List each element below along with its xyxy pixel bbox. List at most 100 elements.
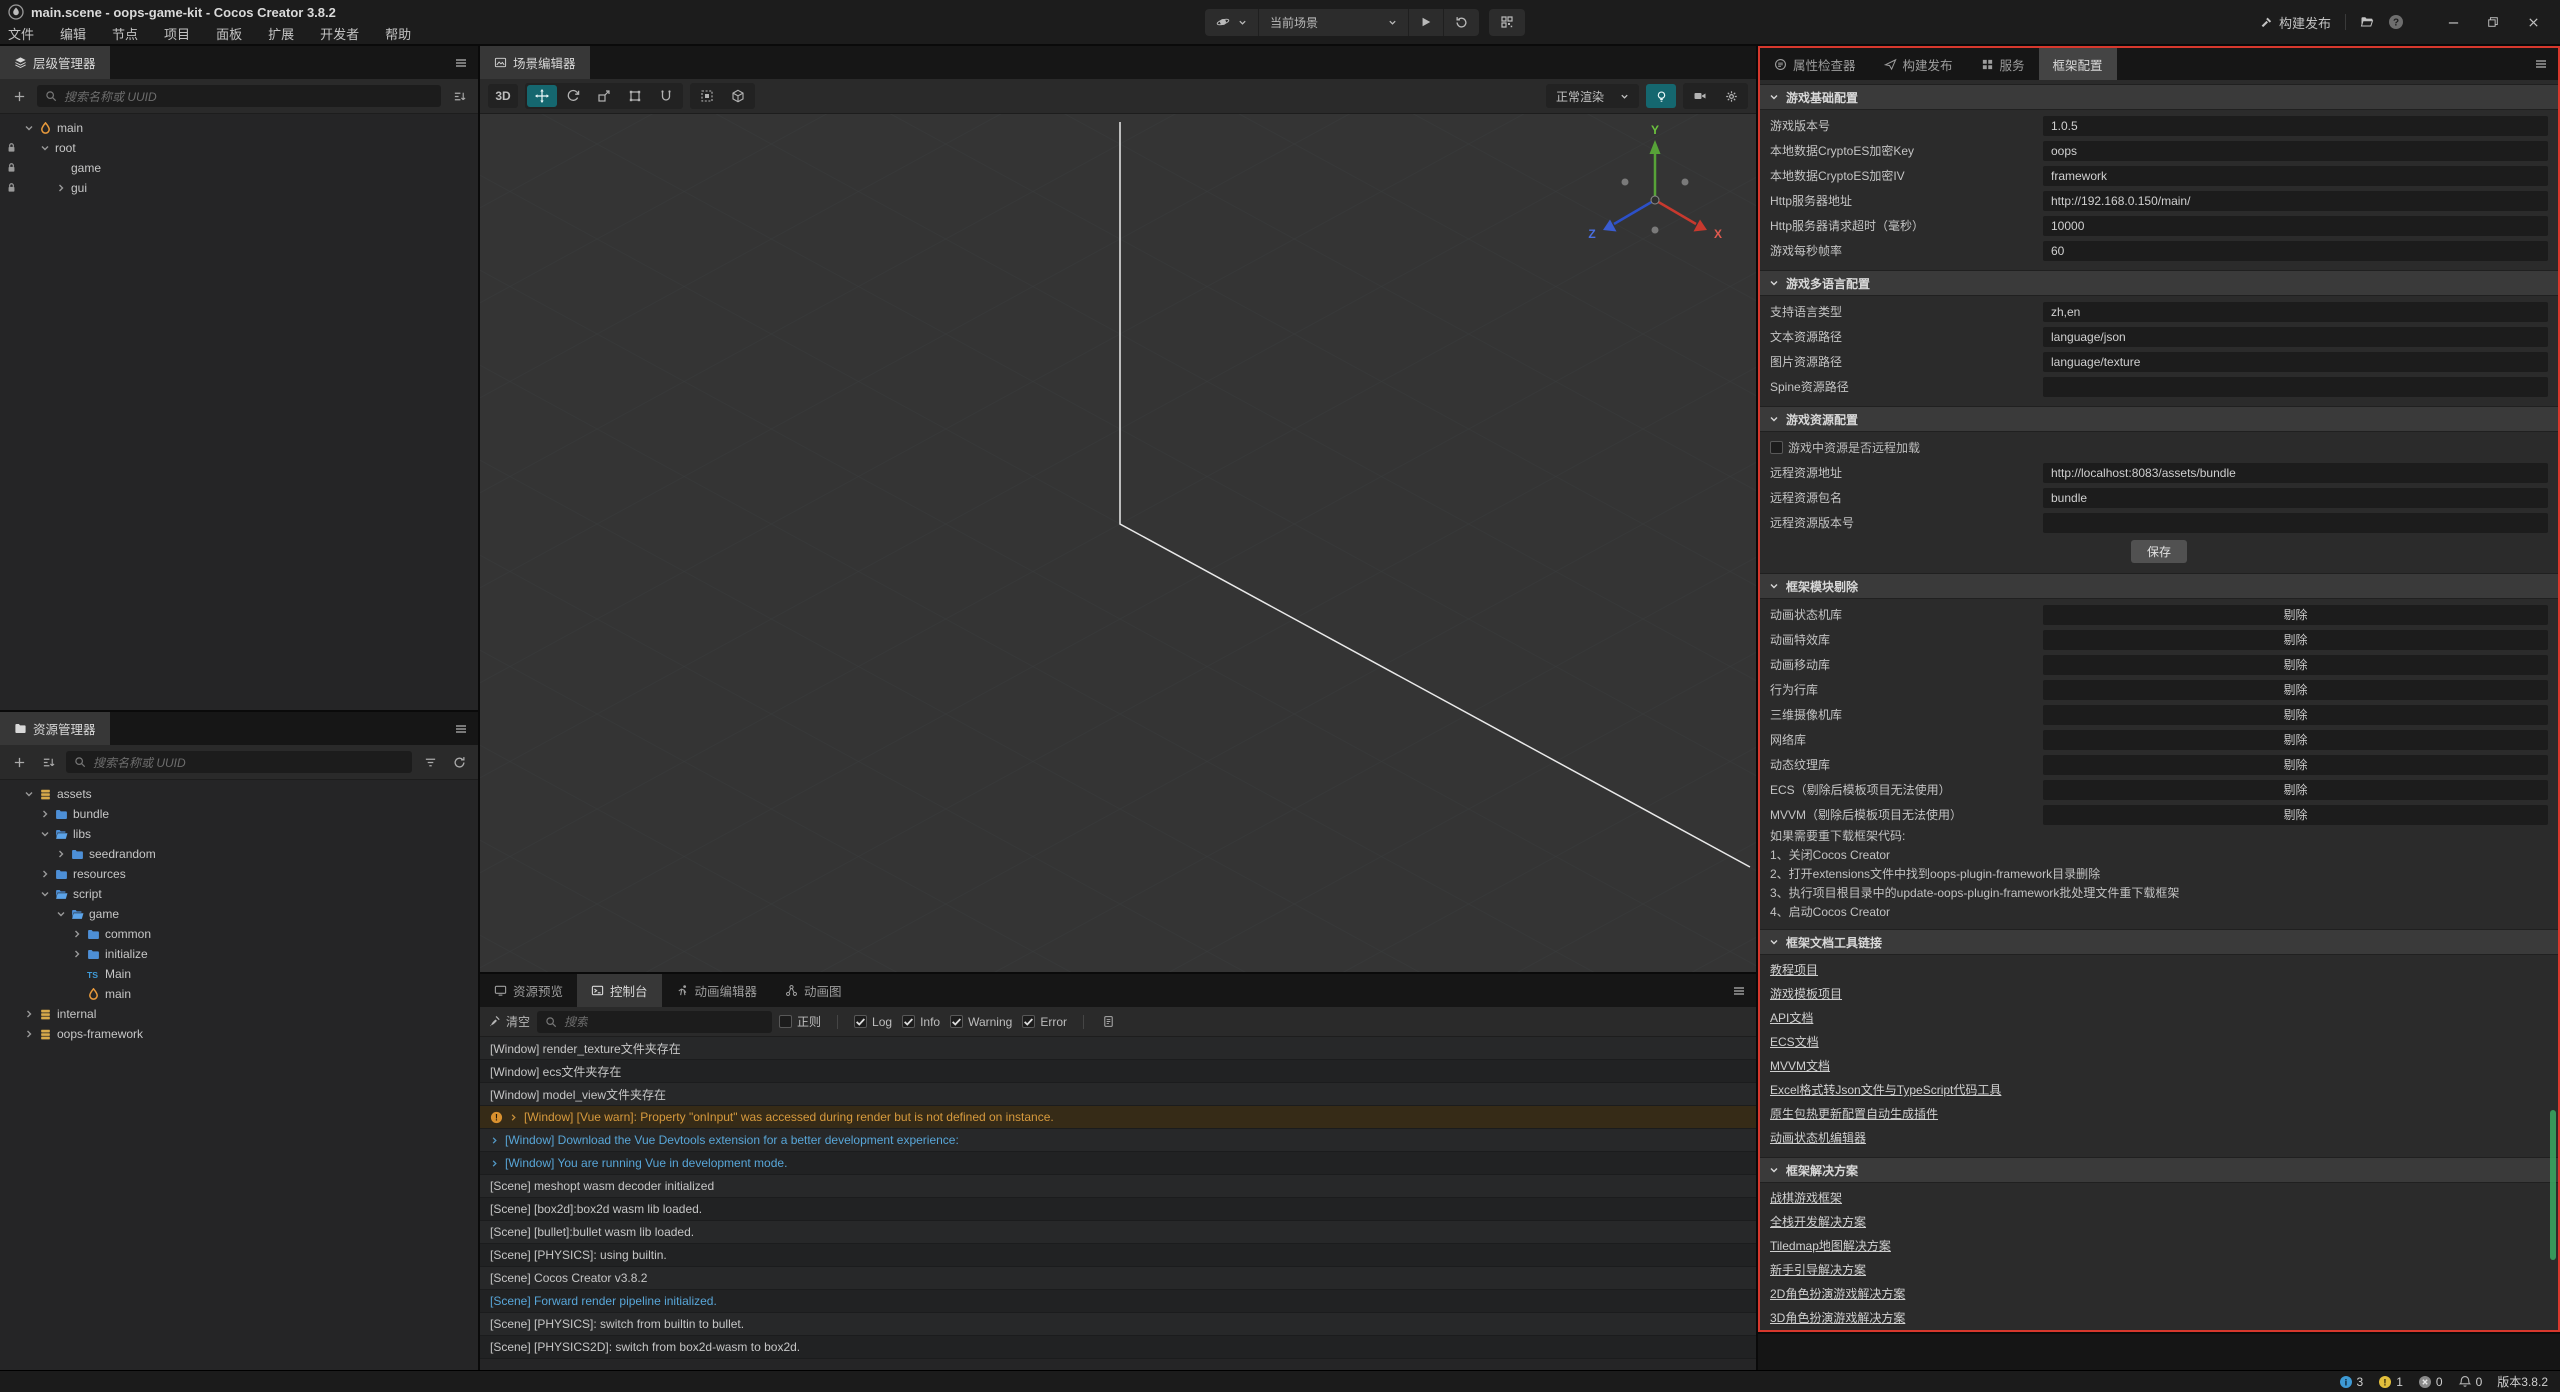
section-header-游戏基础配置[interactable]: 游戏基础配置 [1760,84,2558,110]
console-tab-动画编辑器[interactable]: 动画编辑器 [662,974,772,1007]
asset-node-internal[interactable]: internal [0,1004,478,1024]
asset-node-main[interactable]: main [0,984,478,1004]
log-row[interactable]: [Window] ecs文件夹存在 [480,1060,1756,1083]
console-search-input[interactable]: 搜索 [537,1011,772,1033]
field-input[interactable] [2043,513,2548,533]
remove-button[interactable]: 剔除 [2283,731,2307,748]
link-Tiledmap地图解决方案[interactable]: Tiledmap地图解决方案 [1770,1239,1891,1253]
remove-button[interactable]: 剔除 [2283,706,2307,723]
chevron-right-icon[interactable] [40,809,50,819]
filter-Warning[interactable]: Warning [950,1015,1012,1029]
log-row[interactable]: [Window] render_texture文件夹存在 [480,1037,1756,1060]
menu-节点[interactable]: 节点 [112,24,138,43]
lighting-toggle[interactable] [1646,84,1676,108]
config-tab-属性检查器[interactable]: 属性检查器 [1760,48,1870,80]
remote-load-checkbox[interactable]: 游戏中资源是否远程加载 [1770,439,1920,456]
link-游戏模板项目[interactable]: 游戏模板项目 [1770,987,1842,1001]
link-ECS文档[interactable]: ECS文档 [1770,1035,1819,1049]
config-tab-服务[interactable]: 服务 [1967,48,2039,80]
scene-settings-button[interactable] [1716,85,1746,107]
config-tab-构建发布[interactable]: 构建发布 [1870,48,1967,80]
link-API文档[interactable]: API文档 [1770,1011,1813,1025]
scene-node-main[interactable]: main [0,118,478,138]
info-count[interactable]: i 3 [2339,1375,2364,1389]
link-Excel格式转Json文件与TypeScript代码工具[interactable]: Excel格式转Json文件与TypeScript代码工具 [1770,1083,2001,1097]
chevron-right-icon[interactable] [24,1029,34,1039]
remove-button[interactable]: 剔除 [2283,781,2307,798]
log-row[interactable]: [Scene] [PHYSICS2D]: switch from box2d-w… [480,1336,1756,1359]
scene-viewport[interactable]: Y X Z [480,114,1756,972]
minimize-button[interactable] [2440,16,2466,29]
remove-button[interactable]: 剔除 [2283,806,2307,823]
expand-icon[interactable] [490,1159,499,1168]
transform-move-tool[interactable] [527,85,557,107]
asset-node-oops-framework[interactable]: oops-framework [0,1024,478,1044]
chevron-down-icon[interactable] [40,889,50,899]
preview-platform-select[interactable] [1205,9,1258,36]
remove-button[interactable]: 剔除 [2283,656,2307,673]
log-row[interactable]: [Scene] meshopt wasm decoder initialized [480,1175,1756,1198]
asset-node-resources[interactable]: resources [0,864,478,884]
filter-正则[interactable]: 正则 [779,1013,821,1030]
asset-refresh-button[interactable] [448,751,470,773]
dimension-toggle[interactable]: 3D [488,84,518,108]
field-input[interactable]: language/texture [2043,352,2548,372]
chevron-right-icon[interactable] [24,1009,34,1019]
link-教程项目[interactable]: 教程项目 [1770,963,1818,977]
console-tab-动画图[interactable]: 动画图 [771,974,856,1007]
build-publish-button[interactable]: 构建发布 [2260,13,2331,32]
transform-rect-tool[interactable] [620,85,650,107]
create-asset-button[interactable] [8,751,30,773]
scene-node-game[interactable]: game [0,158,478,178]
transform-rotate-tool[interactable] [558,85,588,107]
help-button[interactable]: ? [2388,14,2404,30]
render-mode-select[interactable]: 正常渲染 [1546,84,1639,108]
field-input[interactable]: 60 [2043,241,2548,261]
notification-count[interactable]: 0 [2458,1375,2483,1389]
field-input[interactable]: 1.0.5 [2043,116,2548,136]
asset-node-Main[interactable]: TSMain [0,964,478,984]
field-input[interactable]: oops [2043,141,2548,161]
transform-ushape-tool[interactable] [651,85,681,107]
config-tab-框架配置[interactable]: 框架配置 [2039,48,2117,80]
axis-gizmo[interactable]: Y X Z [1580,122,1730,257]
chevron-down-icon[interactable] [40,143,50,153]
tab-assets[interactable]: 资源管理器 [0,712,110,745]
asset-node-bundle[interactable]: bundle [0,804,478,824]
warning-count[interactable]: ! 1 [2378,1375,2403,1389]
chevron-right-icon[interactable] [72,949,82,959]
filter-Error[interactable]: Error [1022,1015,1067,1029]
lock-icon[interactable] [6,182,17,193]
create-node-button[interactable] [8,85,30,107]
link-3D角色扮演游戏解决方案[interactable]: 3D角色扮演游戏解决方案 [1770,1311,1905,1325]
panel-menu-icon[interactable] [2534,57,2548,71]
asset-sort-button[interactable] [37,751,59,773]
log-row[interactable]: [Window] Download the Vue Devtools exten… [480,1129,1756,1152]
menu-文件[interactable]: 文件 [8,24,34,43]
menu-面板[interactable]: 面板 [216,24,242,43]
reload-button[interactable] [1443,9,1479,36]
menu-帮助[interactable]: 帮助 [385,24,411,43]
menu-编辑[interactable]: 编辑 [60,24,86,43]
filter-Info[interactable]: Info [902,1015,940,1029]
chevron-right-icon[interactable] [40,869,50,879]
scene-cube-tool[interactable] [723,85,753,107]
link-动画状态机编辑器[interactable]: 动画状态机编辑器 [1770,1131,1866,1145]
field-input[interactable]: language/json [2043,327,2548,347]
play-button[interactable] [1408,9,1443,36]
log-row[interactable]: [Scene] [box2d]:box2d wasm lib loaded. [480,1198,1756,1221]
link-新手引导解决方案[interactable]: 新手引导解决方案 [1770,1263,1866,1277]
transform-scale-tool[interactable] [589,85,619,107]
preview-qr-button[interactable] [1489,9,1525,36]
hierarchy-sort-button[interactable] [448,85,470,107]
chevron-down-icon[interactable] [24,789,34,799]
field-input[interactable]: bundle [2043,488,2548,508]
asset-node-libs[interactable]: libs [0,824,478,844]
log-row[interactable]: [Scene] Cocos Creator v3.8.2 [480,1267,1756,1290]
asset-filter-button[interactable] [419,751,441,773]
menu-开发者[interactable]: 开发者 [320,24,359,43]
scene-snap-tool[interactable] [692,85,722,107]
log-row[interactable]: [Window] model_view文件夹存在 [480,1083,1756,1106]
chevron-down-icon[interactable] [56,909,66,919]
remove-button[interactable]: 剔除 [2283,606,2307,623]
